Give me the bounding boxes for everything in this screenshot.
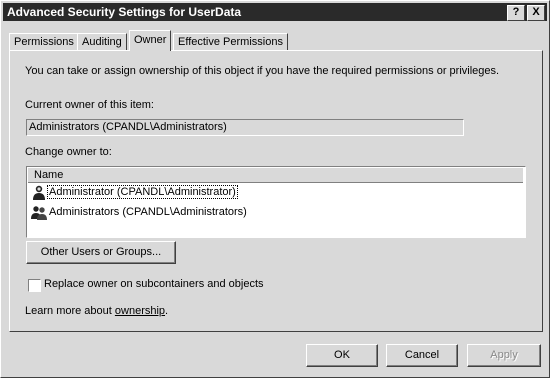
list-item-label: Administrators (CPANDL\Administrators)	[49, 206, 247, 218]
replace-owner-label[interactable]: Replace owner on subcontainers and objec…	[44, 278, 264, 290]
list-item-label: Administrator (CPANDL\Administrator)	[47, 185, 238, 199]
current-owner-field[interactable]: Administrators (CPANDL\Administrators)	[26, 119, 464, 136]
ownership-link[interactable]: ownership	[115, 305, 165, 317]
list-item[interactable]: Administrator (CPANDL\Administrator)	[31, 184, 238, 201]
user-icon	[33, 185, 45, 201]
group-icon	[31, 206, 47, 221]
tab-permissions[interactable]: Permissions	[9, 33, 79, 50]
help-button[interactable]: ?	[507, 5, 525, 21]
other-users-groups-button[interactable]: Other Users or Groups...	[26, 241, 176, 264]
cancel-button[interactable]: Cancel	[386, 344, 458, 367]
apply-button[interactable]: Apply	[467, 344, 541, 367]
learn-more-suffix: .	[165, 305, 169, 317]
tab-auditing[interactable]: Auditing	[77, 33, 127, 50]
ok-button[interactable]: OK	[306, 344, 378, 367]
owner-tab-panel: You can take or assign ownership of this…	[9, 50, 543, 332]
column-header-name[interactable]: Name	[28, 168, 523, 183]
tab-owner[interactable]: Owner	[129, 30, 172, 51]
title-bar: Advanced Security Settings for UserData …	[3, 3, 547, 21]
replace-owner-checkbox[interactable]	[28, 279, 41, 292]
close-button[interactable]: X	[527, 5, 545, 21]
learn-more-text: Learn more about ownership.	[25, 305, 168, 317]
learn-more-prefix: Learn more about	[25, 305, 115, 317]
tab-effective-permissions[interactable]: Effective Permissions	[173, 33, 288, 50]
list-item[interactable]: Administrators (CPANDL\Administrators)	[31, 204, 248, 221]
intro-text: You can take or assign ownership of this…	[25, 65, 500, 77]
dialog-window: Advanced Security Settings for UserData …	[0, 0, 550, 378]
current-owner-label: Current owner of this item:	[25, 99, 154, 111]
change-owner-label: Change owner to:	[25, 146, 112, 158]
window-title: Advanced Security Settings for UserData	[7, 5, 242, 19]
owner-list[interactable]: Name Administrator (CPANDL\Administrator…	[26, 166, 526, 238]
